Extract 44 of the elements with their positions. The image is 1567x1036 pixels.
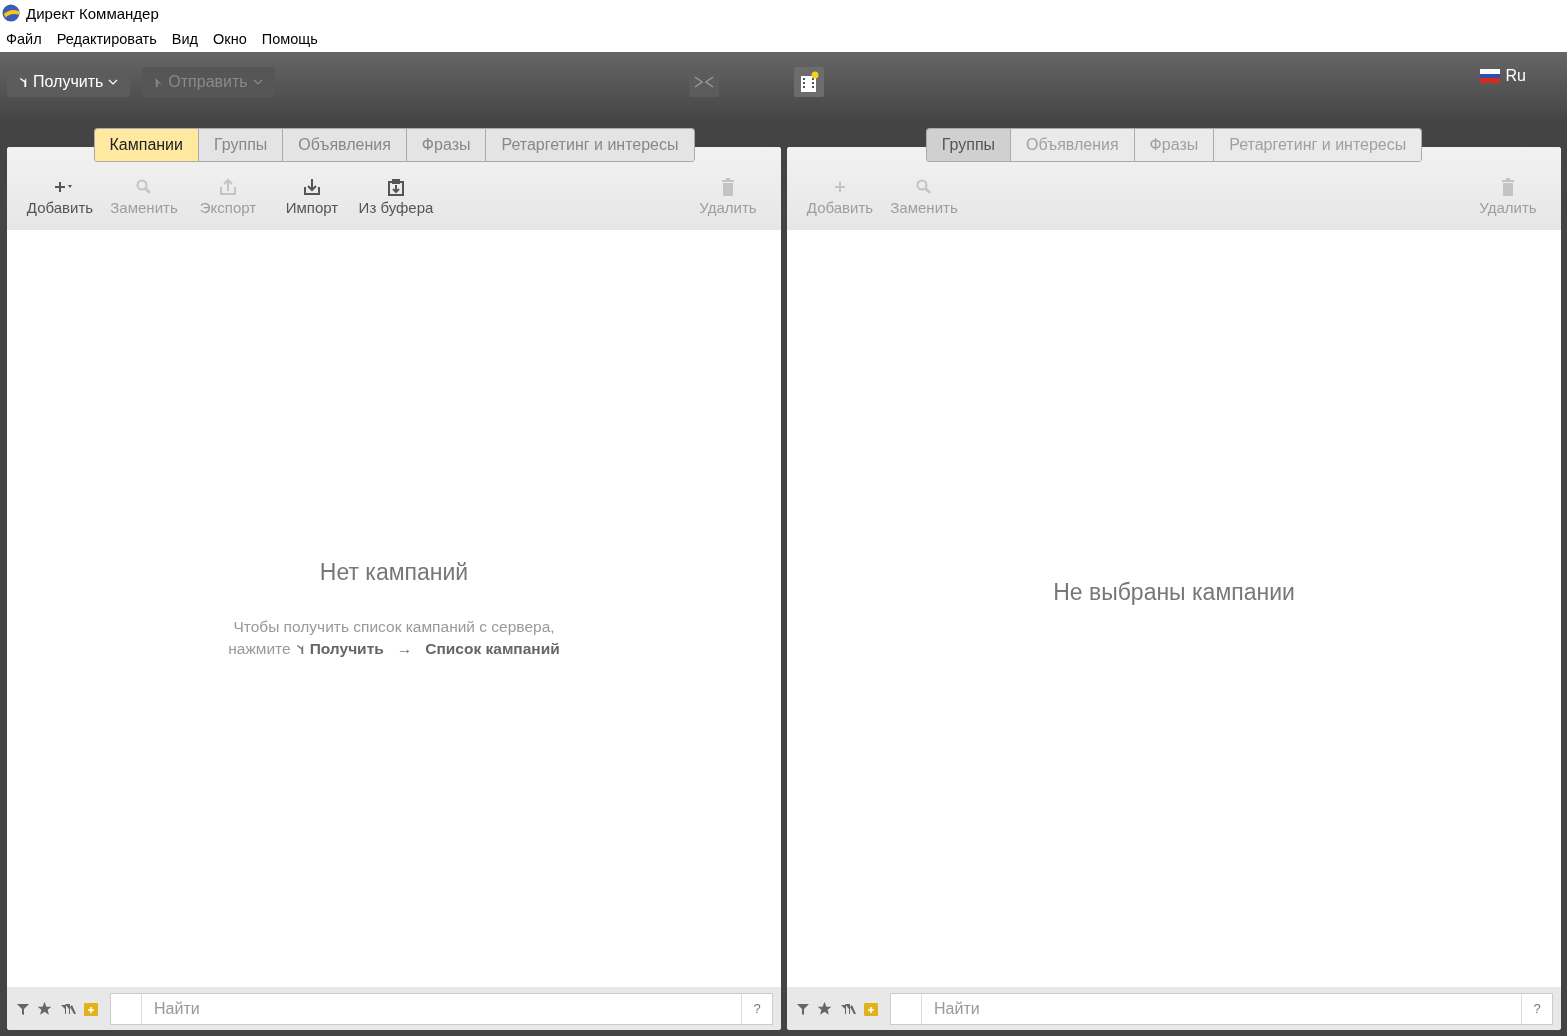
help-button[interactable]: ? [1521,993,1552,1024]
collapse-icon [693,76,714,88]
send-icon [154,76,164,88]
toolbar-action[interactable]: Добавить [19,177,101,216]
toolbar-action[interactable]: Из буфера [355,177,437,216]
receive-icon [295,643,305,655]
search-field[interactable]: Найти ? [110,992,773,1025]
window-title: Директ Коммандер [26,4,159,22]
star-icon[interactable] [817,1001,832,1016]
empty-state-title: Нет кампаний [319,559,469,586]
menu-item[interactable]: Редактировать [56,31,157,47]
toolbar-action[interactable]: Импорт [271,177,353,216]
star-icon[interactable] [37,1001,52,1016]
film-icon [798,71,819,93]
russia-flag-icon [1479,69,1500,83]
tab[interactable]: Ретаргетинг и интересы [485,129,694,161]
arrow-symbol: → [396,640,413,658]
receive-icon[interactable] [60,1002,76,1015]
chevron-down-icon [252,79,263,85]
receive-icon [19,76,28,88]
filter-icon[interactable] [797,1002,809,1015]
menu-item[interactable]: Файл [6,31,42,47]
search-field[interactable]: Найти ? [890,992,1553,1025]
tab[interactable]: Кампании [94,129,198,161]
tab[interactable]: Объявления [282,129,406,161]
tab[interactable]: Фразы [405,129,486,161]
chevron-down-icon [108,79,119,85]
menu-item[interactable]: Вид [171,31,199,47]
language-selector[interactable]: Ru [1505,67,1526,85]
video-tutorial-button[interactable] [793,67,824,97]
command-name: Список кампаний [425,640,560,658]
command-name: Получить [309,640,384,658]
app-logo-icon [2,4,20,22]
empty-state-title: Не выбраны кампании [1053,579,1295,606]
help-button[interactable]: ? [741,993,772,1024]
menu-item[interactable]: Помощь [261,31,318,47]
menu-item[interactable]: Окно [213,31,247,47]
tab[interactable]: Группы [926,129,1011,161]
empty-state-hint: нажмите [228,640,291,658]
collapse-panels-button[interactable] [688,67,719,97]
filter-icon[interactable] [17,1002,29,1015]
tab[interactable]: Группы [198,129,283,161]
empty-state-hint: Чтобы получить список кампаний с сервера, [233,618,555,636]
receive-icon[interactable] [840,1002,856,1015]
